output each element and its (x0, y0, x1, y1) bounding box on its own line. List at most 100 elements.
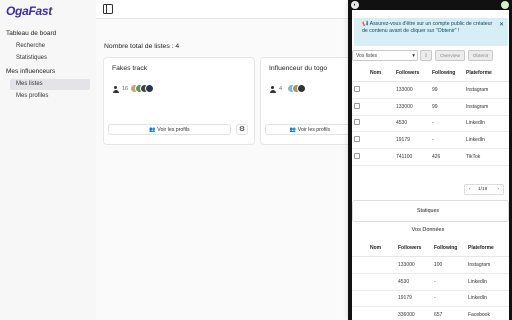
close-icon[interactable]: ✕ (499, 22, 504, 29)
column-header: Plateforme (464, 65, 509, 82)
cell-followers: 133000 (394, 81, 430, 99)
cell-followers: 19179 (396, 290, 432, 308)
avatar (145, 84, 154, 93)
table-row[interactable]: 133000 99 Instagram (352, 81, 509, 99)
overview-button[interactable]: Overview (435, 50, 465, 61)
cell-platform: Instagram (466, 256, 509, 274)
cell-platform: Instagram (464, 81, 509, 99)
sidebar-item-mes-listes[interactable]: Mes listes (10, 79, 90, 90)
cell-following: 426 (430, 148, 464, 166)
sidebar-item-mes-profiles[interactable]: Mes profiles (10, 91, 90, 102)
cell-name (368, 306, 396, 320)
table-header-row: Nom Followers Following Plateforme (352, 240, 509, 257)
cell-following: 100 (432, 256, 466, 274)
table-row[interactable]: 133000 100 Instagram (352, 256, 509, 274)
column-header: Plateforme (466, 240, 509, 257)
info-alert-text: 📢 Assurez-vous d'être sur un compte publ… (362, 21, 493, 34)
list-card-influenceur-togo: Influenceur du togo 4 👥 Voir les profils (260, 57, 362, 145)
view-profiles-button[interactable]: 👥 Voir les profils (265, 124, 355, 135)
cell-followers: 19179 (394, 131, 430, 150)
popup-body: 📢 Assurez-vous d'être sur un compte publ… (348, 10, 512, 320)
sidebar-item-statistiques[interactable]: Statistiques (10, 53, 90, 64)
avatar (297, 84, 306, 93)
sidebar: OgaFast Tableau de board Recherche Stati… (0, 0, 96, 320)
cell-platform: Instagram (464, 98, 509, 116)
column-header: Followers (394, 65, 430, 82)
table-row[interactable]: 336000 657 Facebook (352, 306, 509, 320)
column-header: Nom (368, 65, 394, 82)
page-indicator: 1/19 (478, 187, 488, 192)
cell-following: 657 (432, 306, 466, 320)
chevron-left-icon[interactable]: ‹ (469, 185, 471, 195)
cell-followers: 4530 (396, 273, 432, 291)
cell-following: - (430, 115, 464, 133)
cell-name (368, 273, 396, 291)
cell-name (368, 115, 394, 133)
table-row[interactable]: 19179- LinkedIn (352, 290, 509, 308)
row-checkbox[interactable] (354, 153, 360, 160)
table-row[interactable]: 19179- LinkedIn (352, 131, 509, 150)
cell-following: 99 (430, 98, 464, 116)
column-header: Followers (396, 240, 432, 257)
list-select[interactable]: Vos listes (352, 50, 418, 61)
row-checkbox[interactable] (354, 85, 360, 92)
row-checkbox[interactable] (354, 136, 360, 143)
info-alert: 📢 Assurez-vous d'être sur un compte publ… (354, 18, 508, 46)
cell-platform: LinkedIn (466, 290, 509, 308)
list-card-title: Influenceur du togo (269, 65, 328, 72)
table-row[interactable]: 741100 426 TikTok (352, 148, 509, 166)
column-header: Nom (368, 240, 396, 257)
user-icon (112, 86, 119, 93)
column-header (352, 65, 368, 82)
cell-followers: 741100 (394, 148, 430, 166)
status-dot-icon (501, 1, 509, 9)
popup-border-left (348, 10, 352, 320)
column-header (352, 240, 368, 257)
extension-popup: ◐ 📢 Assurez-vous d'être sur un compte pu… (348, 0, 512, 320)
cell-following: - (430, 131, 464, 150)
view-profiles-button[interactable]: 👥 Voir les profils (108, 124, 231, 135)
table-row[interactable]: 4530- LinkedIn (352, 115, 509, 133)
table-row[interactable]: 4530- LinkedIn (352, 273, 509, 291)
cell-name (368, 131, 394, 150)
row-checkbox[interactable] (354, 102, 360, 109)
gear-icon[interactable]: ⚙ (236, 124, 248, 135)
row-checkbox[interactable] (354, 119, 360, 126)
sidebar-toggle-icon[interactable] (103, 4, 113, 14)
get-button[interactable]: Obtenir (468, 50, 493, 61)
list-card-title: Fakes track (112, 65, 148, 72)
column-header: Following (432, 240, 466, 257)
column-header: Following (430, 65, 464, 82)
export-button[interactable]: ⇩ (420, 50, 432, 61)
list-card-count: 4 (279, 86, 283, 92)
cell-platform: TikTok (464, 148, 509, 166)
users-icon: 👥 (289, 127, 298, 133)
list-card-count: 16 (122, 86, 129, 92)
nav-group-influenceurs: Mes influenceurs (6, 68, 56, 75)
list-count: Nombre total de listes : 4 (104, 43, 180, 50)
cell-name (368, 81, 394, 99)
cell-platform: Facebook (466, 306, 509, 320)
cell-name (368, 148, 394, 166)
sidebar-item-recherche[interactable]: Recherche (10, 41, 90, 52)
cell-following: - (432, 273, 466, 291)
popup-header: ◐ (348, 0, 512, 10)
top-bar (96, 0, 352, 19)
profiles-table: Nom Followers Following Plateforme 13300… (352, 65, 509, 166)
statistics-button[interactable]: Statiques (352, 200, 509, 222)
nav-group-dashboard: Tableau de board (6, 30, 57, 37)
cell-name (368, 256, 396, 274)
cell-followers: 4530 (394, 115, 430, 133)
pagination: ‹ 1/19 › (464, 184, 504, 195)
cell-platform: LinkedIn (466, 273, 509, 291)
cell-platform: LinkedIn (464, 115, 509, 133)
cell-following: 99 (430, 81, 464, 99)
table-row[interactable]: 133000 99 Instagram (352, 98, 509, 116)
chevron-right-icon[interactable]: › (497, 185, 499, 195)
app-logo[interactable]: OgaFast (6, 4, 52, 18)
section-title: Vos Données (411, 227, 445, 233)
table-header-row: Nom Followers Following Plateforme (352, 65, 509, 82)
cell-followers: 336000 (396, 306, 432, 320)
main-content: Nombre total de listes : 4 Fakes track 1… (96, 0, 362, 320)
cell-name (368, 98, 394, 116)
